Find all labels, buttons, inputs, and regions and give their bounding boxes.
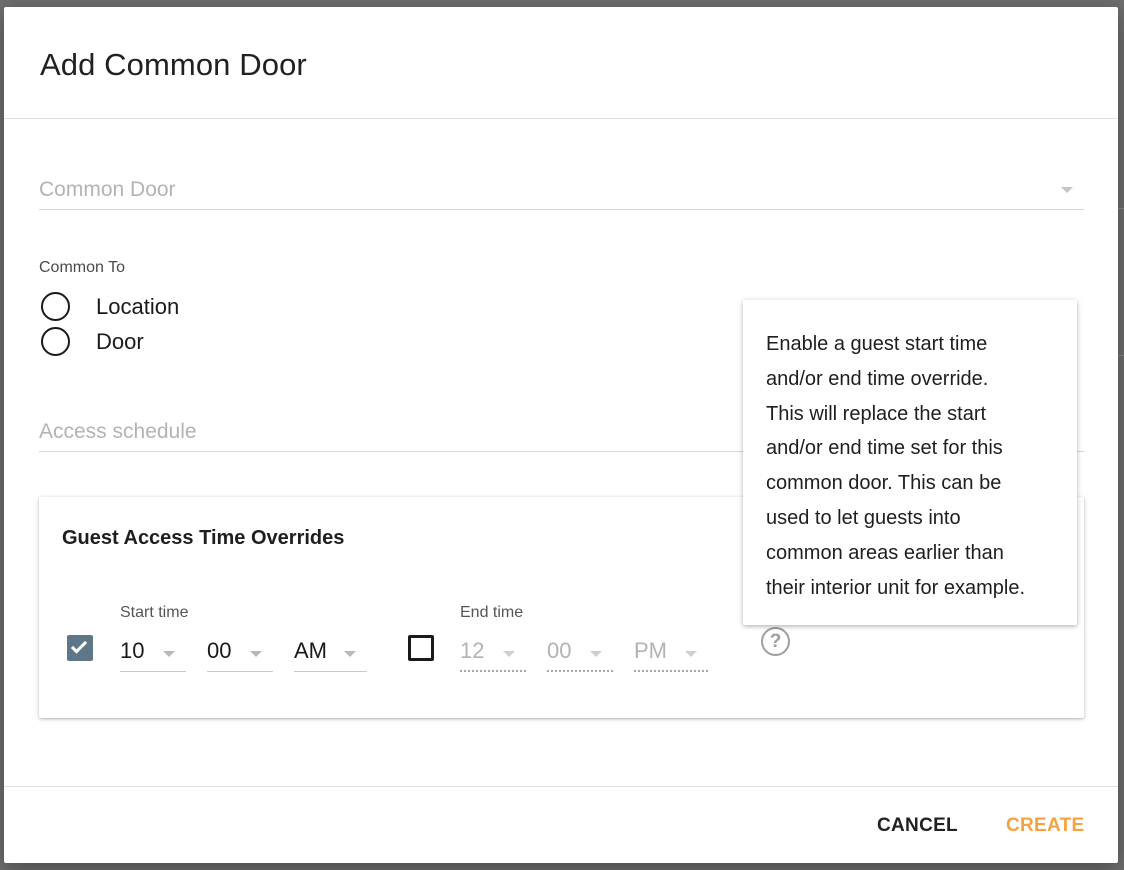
cancel-button[interactable]: CANCEL [877, 815, 958, 837]
chevron-down-icon [250, 651, 262, 657]
radio-circle-icon[interactable] [41, 327, 70, 356]
start-minute-select[interactable]: 00 [207, 632, 273, 672]
dialog-title: Add Common Door [40, 47, 307, 82]
footer-divider [4, 786, 1118, 787]
tooltip-line: and/or end time override. [766, 367, 989, 390]
tooltip-line: common areas earlier than [766, 541, 1004, 564]
end-ampm-select: PM [634, 632, 708, 672]
question-circle-icon[interactable]: ? [761, 627, 790, 656]
start-time-checkbox[interactable] [67, 635, 93, 661]
end-time-checkbox[interactable] [408, 635, 434, 661]
start-hour-select[interactable]: 10 [120, 632, 186, 672]
radio-door-label[interactable]: Door [96, 329, 144, 355]
radio-location-label[interactable]: Location [96, 294, 179, 320]
common-door-select[interactable]: Common Door [39, 170, 1084, 210]
overrides-title: Guest Access Time Overrides [62, 527, 345, 549]
chevron-down-icon [1061, 187, 1073, 193]
chevron-down-icon [590, 651, 602, 657]
checkmark-icon [70, 637, 88, 654]
create-button[interactable]: CREATE [1006, 815, 1085, 837]
end-minute-value: 00 [547, 638, 572, 663]
tooltip-line: used to let guests into [766, 506, 961, 529]
tooltip-line: their interior unit for example. [766, 576, 1026, 599]
start-time-label: Start time [120, 604, 189, 621]
header-divider [4, 118, 1118, 119]
radio-circle-icon[interactable] [41, 292, 70, 321]
end-hour-value: 12 [460, 638, 485, 663]
common-to-label: Common To [39, 259, 125, 276]
start-ampm-select[interactable]: AM [294, 632, 367, 672]
chevron-down-icon [163, 651, 175, 657]
radio-location[interactable]: Location [41, 292, 179, 321]
backdrop-divider [1118, 208, 1124, 209]
end-ampm-value: PM [634, 638, 667, 663]
end-hour-select: 12 [460, 632, 526, 672]
tooltip-line: This will replace the start [766, 402, 987, 425]
access-schedule-placeholder: Access schedule [39, 420, 197, 443]
end-time-label: End time [460, 604, 524, 621]
common-door-placeholder: Common Door [39, 178, 176, 201]
backdrop-divider [1118, 355, 1124, 356]
end-minute-select: 00 [547, 632, 613, 672]
start-ampm-value: AM [294, 638, 327, 663]
start-hour-value: 10 [120, 638, 145, 663]
chevron-down-icon [344, 651, 356, 657]
chevron-down-icon [503, 651, 515, 657]
tooltip-line: and/or end time set for this [766, 437, 1003, 460]
start-minute-value: 00 [207, 638, 232, 663]
tooltip-line: Enable a guest start time [766, 333, 988, 355]
chevron-down-icon [685, 651, 697, 657]
add-common-door-dialog: Add Common Door Common Door Common To Lo… [4, 7, 1118, 863]
help-tooltip: Enable a guest start time and/or end tim… [743, 300, 1077, 625]
radio-door[interactable]: Door [41, 327, 144, 356]
tooltip-line: common door. This can be [766, 472, 1002, 495]
